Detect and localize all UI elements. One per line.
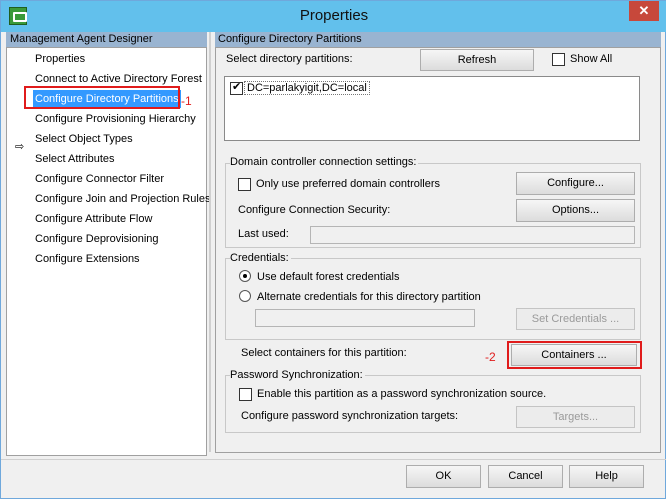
partition-item-label[interactable]: DC=parlakyigit,DC=local	[244, 81, 370, 95]
nav-item-attribute-flow[interactable]: Configure Attribute Flow	[33, 210, 154, 228]
default-credentials-radio[interactable]	[239, 270, 251, 282]
nav-item-deprovisioning[interactable]: Configure Deprovisioning	[33, 230, 161, 248]
conn-security-label: Configure Connection Security:	[238, 204, 391, 216]
configure-dc-button[interactable]: Configure...	[516, 172, 635, 195]
window-title: Properties	[299, 7, 369, 24]
annotation-box-1	[24, 86, 180, 109]
dc-settings-group-title: Domain controller connection settings:	[230, 156, 419, 168]
nav-item-attributes[interactable]: Select Attributes	[33, 150, 117, 168]
default-credentials-label: Use default forest credentials	[257, 271, 400, 283]
nav-item-extensions[interactable]: Configure Extensions	[33, 250, 142, 268]
show-all-label: Show All	[570, 53, 613, 65]
nav-item-provisioning-hierarchy[interactable]: Configure Provisioning Hierarchy	[33, 110, 198, 128]
select-containers-label: Select containers for this partition:	[241, 347, 407, 359]
partitions-list: DC=parlakyigit,DC=local	[224, 76, 640, 141]
alternate-credentials-label: Alternate credentials for this directory…	[257, 291, 481, 303]
select-partitions-label: Select directory partitions:	[226, 53, 353, 65]
right-panel-header: Configure Directory Partitions	[215, 32, 661, 47]
targets-button[interactable]: Targets...	[516, 406, 635, 428]
annotation-label-2: -2	[485, 350, 496, 364]
nav-item-join-projection[interactable]: Configure Join and Projection Rules	[33, 190, 213, 208]
nav-item-object-types[interactable]: Select Object Types	[33, 130, 135, 148]
title-bar[interactable]: Properties ✕	[1, 1, 666, 32]
nav-item-properties[interactable]: Properties	[33, 50, 87, 68]
left-panel-header: Management Agent Designer	[6, 32, 207, 47]
options-button[interactable]: Options...	[516, 199, 635, 222]
partition-checkbox[interactable]	[230, 80, 243, 95]
properties-window: Properties ✕ Management Agent Designer ⇨…	[0, 0, 666, 499]
last-used-label: Last used:	[238, 228, 289, 240]
enable-password-sync-checkbox[interactable]	[239, 388, 252, 401]
annotation-label-1: -1	[181, 94, 192, 108]
nav-item-connector-filter[interactable]: Configure Connector Filter	[33, 170, 166, 188]
alternate-credentials-radio[interactable]	[239, 290, 251, 302]
show-all-checkbox[interactable]	[552, 53, 565, 66]
preferred-dc-label: Only use preferred domain controllers	[256, 178, 441, 190]
panel-splitter[interactable]	[209, 32, 211, 452]
refresh-button[interactable]: Refresh	[420, 49, 534, 71]
password-sync-group-title: Password Synchronization:	[230, 369, 365, 381]
password-sync-targets-label: Configure password synchronization targe…	[241, 410, 459, 422]
preferred-dc-checkbox[interactable]	[238, 178, 251, 191]
current-step-arrow-icon: ⇨	[15, 141, 25, 153]
enable-password-sync-label: Enable this partition as a password sync…	[257, 388, 547, 400]
last-used-field	[310, 226, 635, 244]
close-button[interactable]: ✕	[629, 1, 659, 21]
annotation-box-2	[507, 341, 642, 369]
footer-separator	[1, 459, 666, 460]
set-credentials-button[interactable]: Set Credentials ...	[516, 308, 635, 330]
alternate-credentials-field	[255, 309, 475, 327]
help-button[interactable]: Help	[569, 465, 644, 488]
cancel-button[interactable]: Cancel	[488, 465, 563, 488]
credentials-group-title: Credentials:	[230, 252, 291, 264]
ok-button[interactable]: OK	[406, 465, 481, 488]
